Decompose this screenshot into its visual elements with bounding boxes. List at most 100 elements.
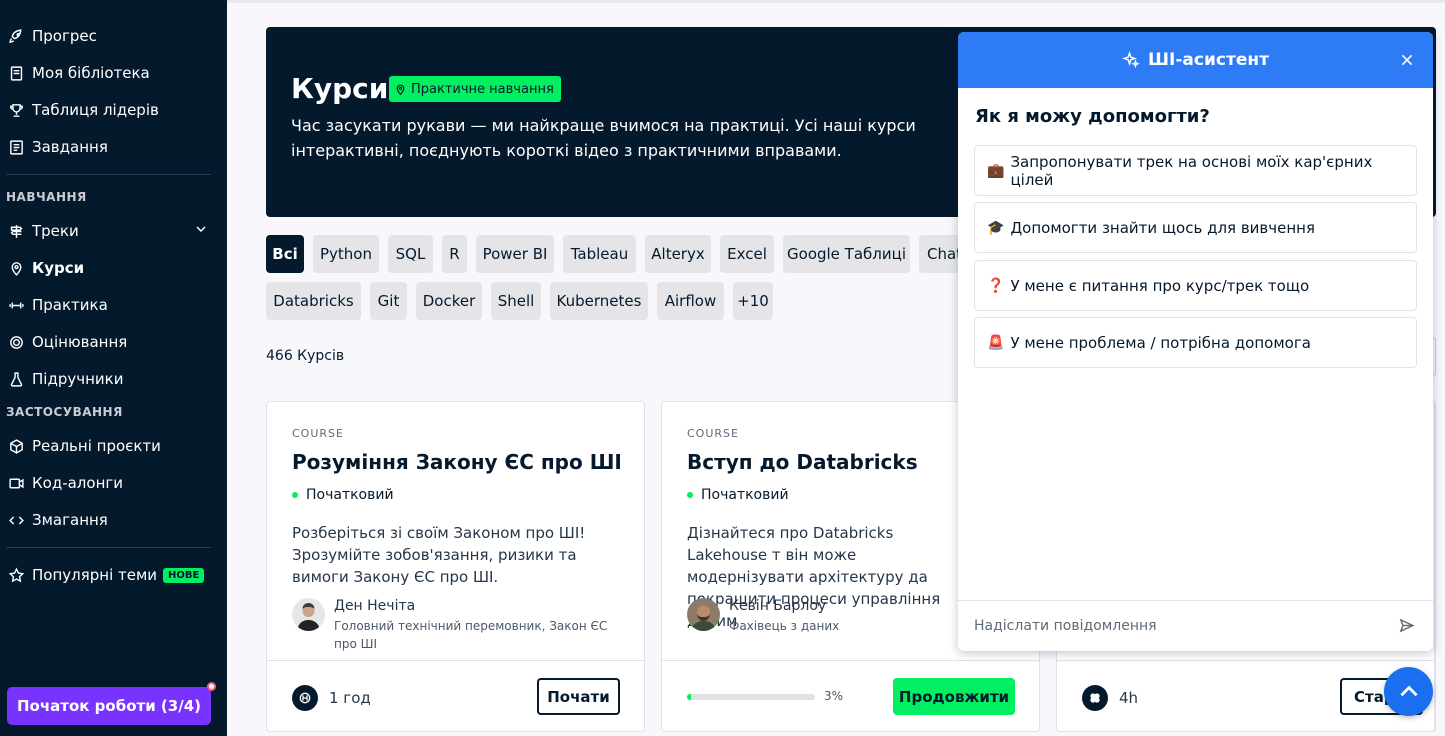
sidebar-divider (6, 547, 211, 548)
question-mark-icon: ❓ (987, 277, 1005, 294)
target-icon (7, 333, 25, 351)
message-composer (958, 600, 1433, 651)
sidebar-item-label: Змагання (32, 511, 108, 529)
notification-dot (207, 682, 216, 691)
assistant-option-problem-help[interactable]: 🚨 У мене проблема / потрібна допомога (974, 317, 1417, 368)
book-icon (7, 64, 25, 82)
filter-chip-python[interactable]: Python (313, 235, 379, 273)
card-footer: 4h Стар (1057, 660, 1434, 731)
pin-icon (7, 259, 25, 277)
filter-chip-sql[interactable]: SQL (388, 235, 433, 273)
sidebar-item-label: Оцінювання (32, 333, 128, 351)
dumbbell-icon (7, 296, 25, 314)
card-level: Початковий (687, 487, 789, 503)
option-label: У мене проблема / потрібна допомога (1010, 333, 1311, 352)
assistant-title: ШІ-асистент (1148, 50, 1269, 70)
message-input[interactable] (974, 614, 1374, 638)
progress-label: 3% (824, 689, 844, 703)
chevron-down-icon[interactable] (193, 221, 209, 241)
sidebar: Прогрес Моя бібліотека Таблиця лідерів З… (0, 0, 227, 736)
assistant-question: Як я можу допомогти? (975, 106, 1210, 127)
card-duration: 4h (1082, 685, 1138, 711)
author-role: Головний технічний перемовник, Закон ЄС … (334, 619, 608, 651)
sidebar-item-label: Код-алонги (32, 474, 124, 492)
card-duration: 1 год (292, 685, 371, 711)
sidebar-item-competitions[interactable]: Змагання (0, 503, 227, 537)
sidebar-item-progress[interactable]: Прогрес (0, 19, 227, 53)
scroll-to-top-button[interactable] (1384, 667, 1433, 716)
duration-label: 1 год (329, 689, 371, 707)
filter-chip-tableau[interactable]: Tableau (563, 235, 636, 273)
tech-logo-icon (1082, 685, 1108, 711)
sidebar-item-label: Завдання (32, 138, 108, 156)
code-icon (7, 511, 25, 529)
sidebar-item-tasks[interactable]: Завдання (0, 130, 227, 164)
level-dot-icon (292, 492, 298, 498)
cube-icon (7, 437, 25, 455)
ai-assistant-panel: ШІ-асистент Як я можу допомогти? 💼 Запро… (958, 32, 1433, 651)
author-name: Ден Нечіта (334, 598, 416, 614)
sidebar-item-courses[interactable]: Курси (0, 251, 227, 285)
card-title[interactable]: Розуміння Закону ЄС про ШІ (292, 450, 622, 474)
graduation-cap-icon: 🎓 (987, 219, 1005, 236)
option-label: Запропонувати трек на основі моїх кар'єр… (1010, 152, 1373, 189)
task-icon (7, 138, 25, 156)
avatar (687, 598, 720, 631)
briefcase-icon: 💼 (987, 162, 1005, 179)
continue-course-button[interactable]: Продовжити (893, 678, 1015, 715)
top-border (227, 0, 1445, 3)
card-level: Початковий (292, 487, 394, 503)
card-title[interactable]: Вступ до Databricks (687, 450, 918, 474)
sidebar-item-label: Підручники (32, 370, 124, 388)
sidebar-divider (6, 174, 211, 175)
sidebar-item-label: Треки (32, 222, 79, 240)
filter-chip-databricks[interactable]: Databricks (266, 282, 361, 320)
pin-icon (394, 83, 407, 96)
close-icon[interactable] (1397, 50, 1417, 70)
new-badge: НОВЕ (163, 567, 205, 583)
sidebar-item-projects[interactable]: Реальні проєкти (0, 429, 227, 463)
sidebar-item-popular-topics[interactable]: Популярні теми НОВЕ (0, 558, 227, 592)
trophy-icon (7, 101, 25, 119)
filter-chip-git[interactable]: Git (370, 282, 407, 320)
card-type: COURSE (687, 427, 739, 440)
sidebar-item-label: Курси (32, 259, 85, 277)
sidebar-item-tracks[interactable]: Треки (0, 214, 227, 248)
sidebar-item-codealongs[interactable]: Код-алонги (0, 466, 227, 500)
start-course-button[interactable]: Почати (537, 678, 620, 715)
filter-chip-kubernetes[interactable]: Kubernetes (550, 282, 648, 320)
filter-chip-alteryx[interactable]: Alteryx (645, 235, 711, 273)
sidebar-item-tutorials[interactable]: Підручники (0, 362, 227, 396)
assistant-option-find-learning[interactable]: 🎓 Допомогти знайти щось для вивчення (974, 202, 1417, 253)
filter-chip-all[interactable]: Всі (266, 235, 304, 273)
filter-chip-shell[interactable]: Shell (491, 282, 541, 320)
filter-chip-more[interactable]: +10 (733, 282, 773, 320)
get-started-button[interactable]: Початок роботи (3/4) (7, 687, 211, 725)
filter-chip-excel[interactable]: Excel (720, 235, 774, 273)
assistant-option-career-track[interactable]: 💼 Запропонувати трек на основі моїх кар'… (974, 145, 1417, 196)
filter-chip-airflow[interactable]: Airflow (657, 282, 724, 320)
sidebar-item-leaderboard[interactable]: Таблиця лідерів (0, 93, 227, 127)
chevron-up-icon (1396, 679, 1422, 705)
sidebar-item-practice[interactable]: Практика (0, 288, 227, 322)
level-label: Початковий (701, 487, 789, 503)
rocket-icon (7, 27, 25, 45)
course-count: 466 Курсів (266, 348, 345, 364)
flask-icon (7, 370, 25, 388)
assistant-option-course-question[interactable]: ❓ У мене є питання про курс/трек тощо (974, 260, 1417, 311)
filter-chip-r[interactable]: R (442, 235, 467, 273)
sparkle-icon (1122, 51, 1140, 69)
option-label: Допомогти знайти щось для вивчення (1010, 218, 1315, 237)
course-card[interactable]: COURSE Розуміння Закону ЄС про ШІ Початк… (266, 401, 645, 732)
sidebar-item-assessment[interactable]: Оцінювання (0, 325, 227, 359)
filter-chip-google-sheets[interactable]: Google Таблиці (783, 235, 910, 273)
sidebar-item-label: Таблиця лідерів (32, 101, 159, 119)
filter-chip-docker[interactable]: Docker (416, 282, 482, 320)
sidebar-item-library[interactable]: Моя бібліотека (0, 56, 227, 90)
filter-chip-power-bi[interactable]: Power BI (476, 235, 554, 273)
assistant-header: ШІ-асистент (958, 32, 1433, 88)
card-footer: 3% Продовжити (662, 660, 1039, 731)
sidebar-section-learning: НАВЧАННЯ (6, 190, 87, 204)
card-author: Ден Нечіта Головний технічний перемовник… (292, 598, 614, 653)
send-icon[interactable] (1398, 617, 1415, 638)
